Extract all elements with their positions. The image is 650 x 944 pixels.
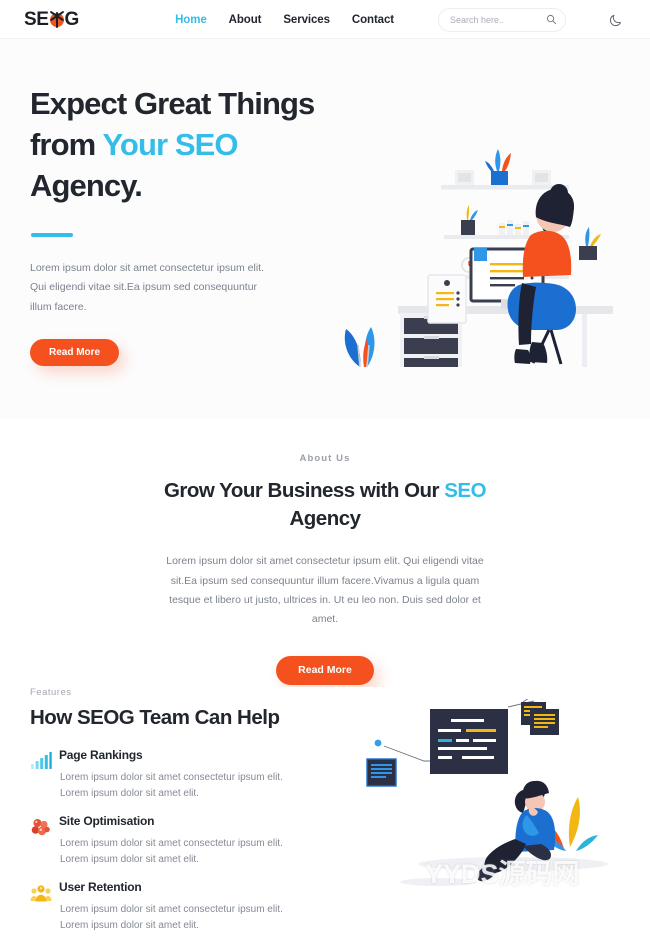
search-input[interactable] — [450, 14, 546, 25]
logo-text-suffix: G — [64, 9, 80, 30]
nav-item-contact[interactable]: Contact — [352, 14, 394, 26]
about-title: Grow Your Business with Our SEO Agency — [155, 477, 495, 533]
about-section: About Us Grow Your Business with Our SEO… — [0, 419, 650, 687]
hero-title-line-2-plain: from — [30, 127, 103, 163]
about-read-more-button[interactable]: Read More — [276, 655, 374, 685]
bug-icon — [49, 10, 65, 28]
main-nav: Home About Services Contact — [175, 7, 624, 32]
about-title-accent: SEO — [444, 479, 487, 502]
nav-item-home[interactable]: Home — [175, 14, 207, 26]
feature-item-site-optimisation: Site Optimisation Lorem ipsum dolor sit … — [30, 815, 312, 867]
search-icon[interactable] — [546, 14, 557, 25]
site-header: SE G Home About Services Contact — [0, 0, 650, 39]
logo-text-prefix: SE — [24, 9, 49, 30]
bug-icon-leg-3 — [55, 11, 58, 28]
hero-read-more-button[interactable]: Read More — [30, 338, 120, 366]
about-title-plain-1: Grow Your Business with Our — [163, 479, 445, 502]
feature-name: Site Optimisation — [59, 814, 155, 828]
feature-body: Page Rankings Lorem ipsum dolor sit amet… — [59, 749, 312, 801]
moon-icon[interactable] — [608, 12, 624, 28]
search-box[interactable] — [438, 7, 566, 32]
hero-section: Expect Great Things from Your SEO Agency… — [0, 39, 650, 419]
feature-description: Lorem ipsum dolor sit amet consectetur i… — [60, 838, 283, 865]
person-with-code-windows-illustration — [366, 699, 608, 886]
nav-item-about[interactable]: About — [229, 14, 262, 26]
feature-list: Page Rankings Lorem ipsum dolor sit amet… — [30, 749, 312, 933]
features-eyebrow: Features — [30, 687, 72, 698]
landing-page: SE G Home About Services Contact Search … — [0, 0, 650, 944]
molecule-cluster-icon — [31, 819, 50, 836]
bar-chart-icon — [31, 752, 52, 769]
hero-paragraph: Lorem ipsum dolor sit amet consectetur i… — [30, 261, 265, 313]
about-paragraph: Lorem ipsum dolor sit amet consectetur i… — [166, 555, 484, 626]
feature-item-user-retention: User Retention Lorem ipsum dolor sit ame… — [30, 881, 312, 933]
hero-title-line-2-accent: Your SEO — [102, 127, 238, 163]
user-group-icon — [30, 885, 52, 902]
feature-body: Site Optimisation Lorem ipsum dolor sit … — [59, 815, 312, 867]
feature-body: User Retention Lorem ipsum dolor sit ame… — [59, 881, 312, 933]
person-at-desk-workspace-illustration — [344, 149, 613, 367]
feature-item-page-rankings: Page Rankings Lorem ipsum dolor sit amet… — [30, 749, 312, 801]
hero-title-line-1: Expect Great Things — [30, 86, 315, 121]
feature-name: Page Rankings — [59, 748, 143, 762]
feature-name: User Retention — [59, 880, 142, 894]
feature-description: Lorem ipsum dolor sit amet consectetur i… — [60, 772, 283, 799]
nav-item-services[interactable]: Services — [283, 14, 330, 26]
logo[interactable]: SE G — [24, 10, 79, 29]
hero-divider — [31, 232, 73, 237]
hero-title: Expect Great Things from Your SEO Agency… — [30, 83, 330, 207]
about-title-plain-2: Agency — [289, 507, 361, 531]
hero-title-line-3: Agency. — [30, 168, 143, 204]
feature-description: Lorem ipsum dolor sit amet consectetur i… — [60, 904, 283, 931]
about-eyebrow: About Us — [299, 453, 351, 464]
features-section: Features How SEOG Team Can Help Page Ran… — [0, 687, 650, 944]
